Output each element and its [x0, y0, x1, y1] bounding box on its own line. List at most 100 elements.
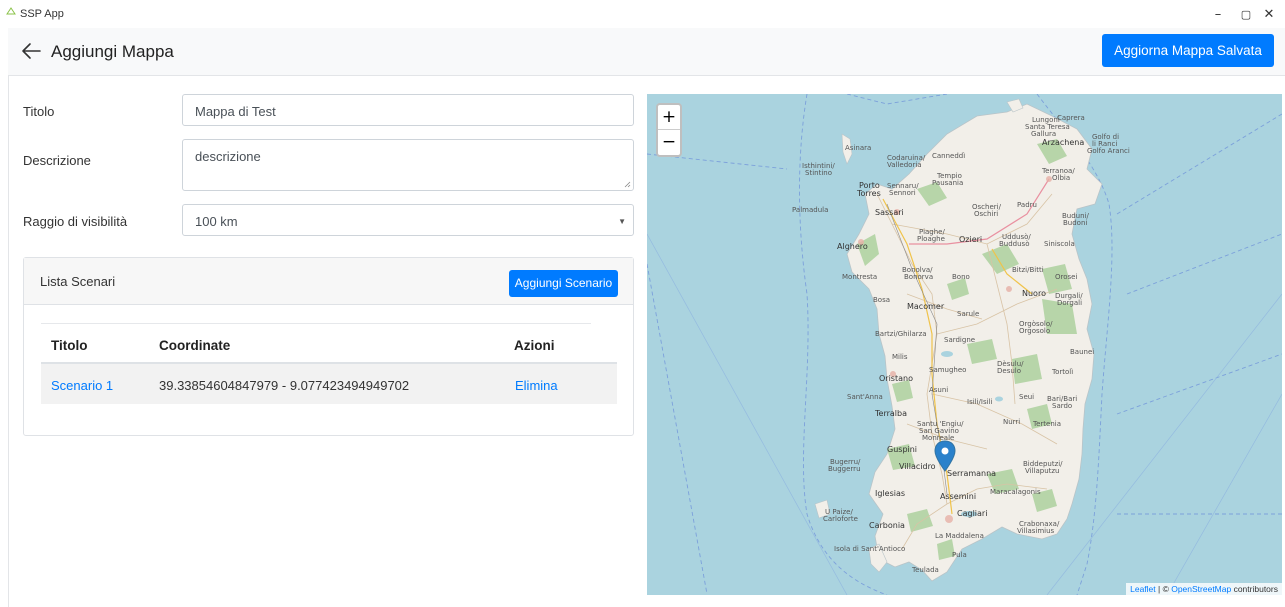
map-place-label: Oschiri [974, 210, 998, 218]
map-place-label: Alghero [837, 242, 868, 251]
map-place-label: Samugheo [929, 366, 966, 374]
openstreetmap-link[interactable]: OpenStreetMap [1171, 584, 1231, 594]
map-place-label: Canneddì [932, 152, 965, 160]
map-place-label: Nurri [1003, 418, 1020, 426]
map-place-label: Oristano [879, 374, 913, 383]
back-arrow-icon[interactable] [20, 41, 42, 61]
title-input[interactable]: Mappa di Test [182, 94, 634, 126]
map-view[interactable]: Lungoni Santa Teresa Gallura Caprera Gol… [647, 94, 1282, 595]
map-place-label: Arzachena [1042, 138, 1084, 147]
zoom-out-button[interactable]: − [658, 130, 680, 155]
map-place-label: Monreale [922, 434, 954, 442]
map-place-label: Pausania [932, 179, 963, 187]
leaflet-link[interactable]: Leaflet [1130, 584, 1156, 594]
description-label: Descrizione [23, 153, 91, 168]
map-place-label: Montresta [842, 273, 877, 281]
page-header: Aggiungi Mappa Aggiorna Mappa Salvata [8, 28, 1285, 76]
map-place-label: Buggerru [828, 465, 861, 473]
map-place-label: Desulo [997, 367, 1021, 375]
map-place-label: Isola di Sant'Antioco [834, 545, 905, 553]
resize-grip-icon[interactable] [624, 181, 631, 188]
map-place-label: Villacidro [899, 462, 936, 471]
map-place-label: Terralba [874, 409, 907, 418]
map-place-label: Sant'Anna [847, 393, 883, 401]
map-place-label: Dorgali [1057, 299, 1082, 307]
scenario-title-link[interactable]: Scenario 1 [51, 378, 113, 393]
map-place-label: Seui [1019, 393, 1034, 401]
map-place-label: Nuoro [1022, 289, 1046, 298]
radius-value: 100 km [195, 214, 238, 229]
map-place-label: Bitzi/Bitti [1012, 266, 1044, 274]
column-header-actions: Azioni [514, 338, 555, 353]
map-place-label: Maracalagonis [990, 488, 1041, 496]
window-title: SSP App [20, 8, 64, 20]
map-place-label: Orgosolo [1019, 327, 1050, 335]
map-place-label: Villasimius [1017, 527, 1055, 535]
map-place-label: Tertenia [1032, 420, 1061, 428]
map-place-label: Ozieri [959, 235, 982, 244]
map-place-label: Sassari [875, 208, 904, 217]
description-textarea[interactable]: descrizione [182, 139, 634, 191]
map-place-label: Palmadula [792, 206, 828, 214]
map-place-label: Padru [1017, 201, 1037, 209]
map-place-label: Assemini [940, 492, 976, 501]
delete-scenario-link[interactable]: Elimina [515, 378, 558, 393]
map-place-label: Teulada [911, 566, 939, 574]
map-place-label: Macomer [907, 302, 945, 311]
map-place-label: Carloforte [823, 515, 858, 523]
table-row: Scenario 1 39.33854604847979 - 9.0774234… [41, 364, 617, 404]
map-place-label: Asinara [845, 144, 871, 152]
map-attribution: Leaflet | © OpenStreetMap contributors [1126, 583, 1282, 595]
map-place-label: Bono [952, 273, 970, 281]
close-icon[interactable]: ✕ [1249, 4, 1285, 26]
map-place-label: Baunei [1070, 348, 1094, 356]
chevron-down-icon: ▼ [618, 217, 626, 226]
map-place-label: Guspini [887, 445, 917, 454]
title-label: Titolo [23, 104, 55, 119]
map-place-label: Milis [892, 353, 908, 361]
description-value: descrizione [195, 149, 261, 164]
page-title: Aggiungi Mappa [51, 42, 174, 61]
map-place-label: Ploaghe [917, 235, 945, 243]
map-place-label: Sardigne [944, 336, 975, 344]
update-saved-map-button[interactable]: Aggiorna Mappa Salvata [1102, 34, 1274, 67]
map-place-label: Sennori [889, 189, 916, 197]
map-place-label: Iglesias [875, 489, 905, 498]
map-place-label: Orosei [1055, 273, 1077, 281]
attribution-separator: | © [1155, 584, 1172, 594]
radius-label: Raggio di visibilità [23, 214, 128, 229]
map-place-label: Carbonia [869, 521, 905, 530]
card-header: Lista Scenari Aggiungi Scenario [24, 258, 633, 305]
map-place-label: Sardo [1052, 402, 1072, 410]
zoom-control: + − [656, 103, 682, 157]
map-place-label: Bonorva [904, 273, 933, 281]
window-titlebar: SSP App – ▢ ✕ [0, 0, 1285, 28]
card-title: Lista Scenari [40, 274, 116, 289]
column-header-title: Titolo [51, 338, 88, 353]
map-place-label: Isili/Isili [967, 398, 993, 406]
map-place-label: Sarule [957, 310, 979, 318]
map-place-label: Caprera [1057, 114, 1085, 122]
map-place-label: Pula [952, 551, 967, 559]
map-place-label: Tortolì [1051, 368, 1073, 376]
add-scenario-button[interactable]: Aggiungi Scenario [509, 270, 618, 297]
scenario-coordinates: 39.33854604847979 - 9.077423494949702 [159, 378, 410, 393]
map-tiles[interactable]: Lungoni Santa Teresa Gallura Caprera Gol… [647, 94, 1282, 595]
map-place-label: Stintino [805, 169, 832, 177]
zoom-in-button[interactable]: + [658, 105, 680, 130]
attribution-suffix: contributors [1231, 584, 1278, 594]
map-place-label: Budoni [1063, 219, 1087, 227]
app-icon [6, 7, 16, 15]
map-place-label: Olbia [1052, 174, 1070, 182]
map-place-label: Torres [856, 189, 881, 198]
map-place-label: Buddusò [999, 240, 1030, 248]
map-place-label: Bosa [873, 296, 890, 304]
map-place-label: Asuni [929, 386, 948, 394]
map-place-label: Siniscola [1044, 240, 1075, 248]
table-top-divider [41, 323, 591, 324]
scenario-list-card: Lista Scenari Aggiungi Scenario Titolo C… [23, 257, 634, 436]
radius-select[interactable]: 100 km ▼ [182, 204, 634, 236]
map-place-label: Valledoria [887, 161, 922, 169]
map-place-label: Gallura [1031, 130, 1056, 138]
map-place-label: La Maddalena [935, 532, 984, 540]
